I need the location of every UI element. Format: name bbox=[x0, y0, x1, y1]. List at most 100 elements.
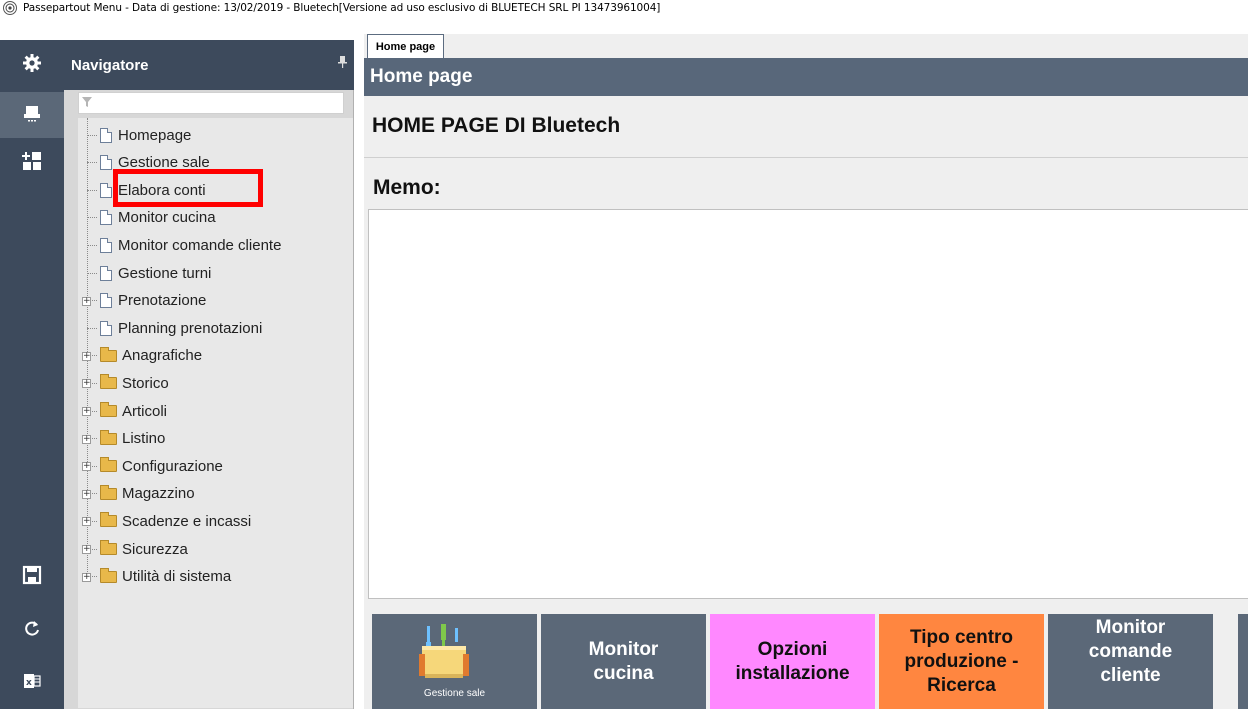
navigator-title: Navigatore bbox=[71, 56, 149, 74]
tree-item-label: Gestione turni bbox=[118, 264, 212, 282]
save-icon bbox=[22, 565, 42, 590]
expand-icon[interactable]: + bbox=[82, 351, 91, 361]
tree-item[interactable]: Gestione turni bbox=[78, 260, 211, 286]
document-icon bbox=[100, 155, 112, 171]
tree-connector bbox=[87, 244, 97, 246]
tree-item-label: Storico bbox=[122, 374, 169, 392]
tree-item[interactable]: + Configurazione bbox=[78, 453, 223, 479]
register-button[interactable] bbox=[0, 92, 64, 138]
tree-item-label: Monitor cucina bbox=[118, 209, 216, 227]
tree-item[interactable]: Monitor cucina bbox=[78, 205, 216, 231]
tree-item[interactable]: Gestione sale bbox=[78, 150, 210, 176]
main-content: Home page Home page HOME PAGE DI Bluetec… bbox=[364, 34, 1248, 709]
tree-connector bbox=[87, 189, 97, 191]
settings-button[interactable] bbox=[0, 42, 64, 88]
tree-item-label: Planning prenotazioni bbox=[118, 319, 263, 337]
expand-icon[interactable]: + bbox=[82, 572, 91, 582]
tree-connector bbox=[87, 162, 97, 164]
tree-connector bbox=[87, 327, 97, 329]
main-header-title: Home page bbox=[370, 66, 473, 87]
tree-item-label: Gestione sale bbox=[118, 154, 210, 172]
tiles-row: Gestione sale Monitor cucina Opzioni ins… bbox=[372, 614, 1248, 709]
refresh-button[interactable] bbox=[0, 608, 64, 654]
tree-connector bbox=[87, 134, 97, 136]
excel-icon: x bbox=[22, 671, 42, 696]
tree-item[interactable]: + Listino bbox=[78, 426, 165, 452]
tree-item-label: Listino bbox=[122, 430, 166, 448]
folder-icon bbox=[100, 429, 117, 445]
tree-item[interactable]: Planning prenotazioni bbox=[78, 315, 262, 341]
tree-item-label: Sicurezza bbox=[122, 540, 188, 558]
memo-textarea[interactable] bbox=[368, 209, 1248, 599]
expand-icon[interactable]: + bbox=[82, 434, 91, 444]
tile-gestione-sale[interactable]: Gestione sale bbox=[372, 614, 537, 709]
tree-connector bbox=[87, 272, 97, 274]
tree-connector bbox=[87, 217, 97, 219]
folder-icon bbox=[100, 457, 117, 473]
tile-monitor-cucina[interactable]: Monitor cucina bbox=[541, 614, 706, 709]
tab-label: Home page bbox=[375, 40, 436, 53]
filter-icon bbox=[81, 95, 93, 107]
page-title: HOME PAGE DI Bluetech bbox=[372, 114, 621, 137]
dashboard-add-button[interactable] bbox=[0, 140, 64, 186]
document-icon bbox=[100, 182, 112, 198]
tile-caption: Gestione sale bbox=[423, 688, 486, 699]
tree-item[interactable]: + Storico bbox=[78, 370, 169, 396]
refresh-icon bbox=[22, 619, 42, 644]
folder-icon bbox=[100, 484, 117, 500]
tree-item[interactable]: + Anagrafiche bbox=[78, 343, 202, 369]
tree-item[interactable]: + Sicurezza bbox=[78, 536, 188, 562]
document-icon bbox=[100, 293, 112, 309]
expand-icon[interactable]: + bbox=[82, 517, 91, 527]
save-button[interactable] bbox=[0, 554, 64, 600]
navigator-panel: Navigatore Homepage Gestione sale Elabora … bbox=[64, 40, 354, 709]
register-icon bbox=[22, 103, 42, 128]
tree-item[interactable]: Monitor comande cliente bbox=[78, 232, 281, 258]
expand-icon[interactable]: + bbox=[82, 462, 91, 472]
tile-label: Tipo centro produzione - Ricerca bbox=[904, 626, 1019, 696]
tree-item[interactable]: + Magazzino bbox=[78, 481, 195, 507]
tree-item-label: Prenotazione bbox=[118, 292, 207, 310]
tile-label: Monitor cucina bbox=[588, 638, 659, 684]
expand-icon[interactable]: + bbox=[82, 296, 91, 306]
expand-icon[interactable]: + bbox=[82, 379, 91, 389]
folder-icon bbox=[100, 346, 117, 362]
folder-icon bbox=[100, 567, 117, 583]
tile-tipo-centro-produzione[interactable]: Tipo centro produzione - Ricerca bbox=[879, 614, 1044, 709]
tree-item[interactable]: + Utilità di sistema bbox=[78, 564, 231, 590]
tile-opzioni-installazione[interactable]: Opzioni installazione bbox=[710, 614, 875, 709]
tree-item-label: Elabora conti bbox=[118, 181, 206, 199]
tree-item[interactable]: Elabora conti bbox=[78, 177, 206, 203]
folder-icon bbox=[100, 512, 117, 528]
tree-item[interactable]: Homepage bbox=[78, 122, 191, 148]
memo-label: Memo: bbox=[373, 176, 441, 199]
expand-icon[interactable]: + bbox=[82, 407, 91, 416]
gear-icon bbox=[22, 53, 42, 78]
tile-partial[interactable] bbox=[1238, 614, 1248, 709]
expand-icon[interactable]: + bbox=[82, 545, 91, 554]
tile-label: Monitor comande cliente bbox=[1088, 617, 1173, 686]
folder-icon bbox=[100, 374, 117, 390]
app-icon bbox=[3, 0, 17, 15]
folder-icon bbox=[100, 540, 117, 555]
tree-item-label: Magazzino bbox=[122, 485, 195, 503]
tree-item-label: Anagrafiche bbox=[122, 347, 203, 365]
tree-item-label: Utilità di sistema bbox=[122, 568, 232, 586]
document-icon bbox=[100, 265, 112, 281]
tile-monitor-comande-cliente[interactable]: Monitor comande cliente bbox=[1048, 614, 1213, 709]
excel-export-button[interactable]: x bbox=[0, 660, 64, 706]
tab-home-page[interactable]: Home page bbox=[367, 34, 444, 58]
tree-item[interactable]: + Articoli bbox=[78, 398, 167, 424]
tree-item[interactable]: + Scadenze e incassi bbox=[78, 508, 251, 534]
folder-icon bbox=[100, 402, 117, 417]
expand-icon[interactable]: + bbox=[82, 489, 91, 499]
tree-item[interactable]: + Prenotazione bbox=[78, 288, 206, 314]
tree-item-label: Homepage bbox=[118, 126, 192, 144]
document-icon bbox=[100, 210, 112, 226]
document-icon bbox=[100, 320, 112, 336]
tree-item-label: Scadenze e incassi bbox=[122, 512, 252, 530]
document-icon bbox=[100, 237, 112, 253]
dashboard-add-icon bbox=[22, 151, 42, 176]
navigator-filter-input[interactable] bbox=[78, 92, 344, 114]
pin-icon[interactable] bbox=[338, 56, 347, 71]
